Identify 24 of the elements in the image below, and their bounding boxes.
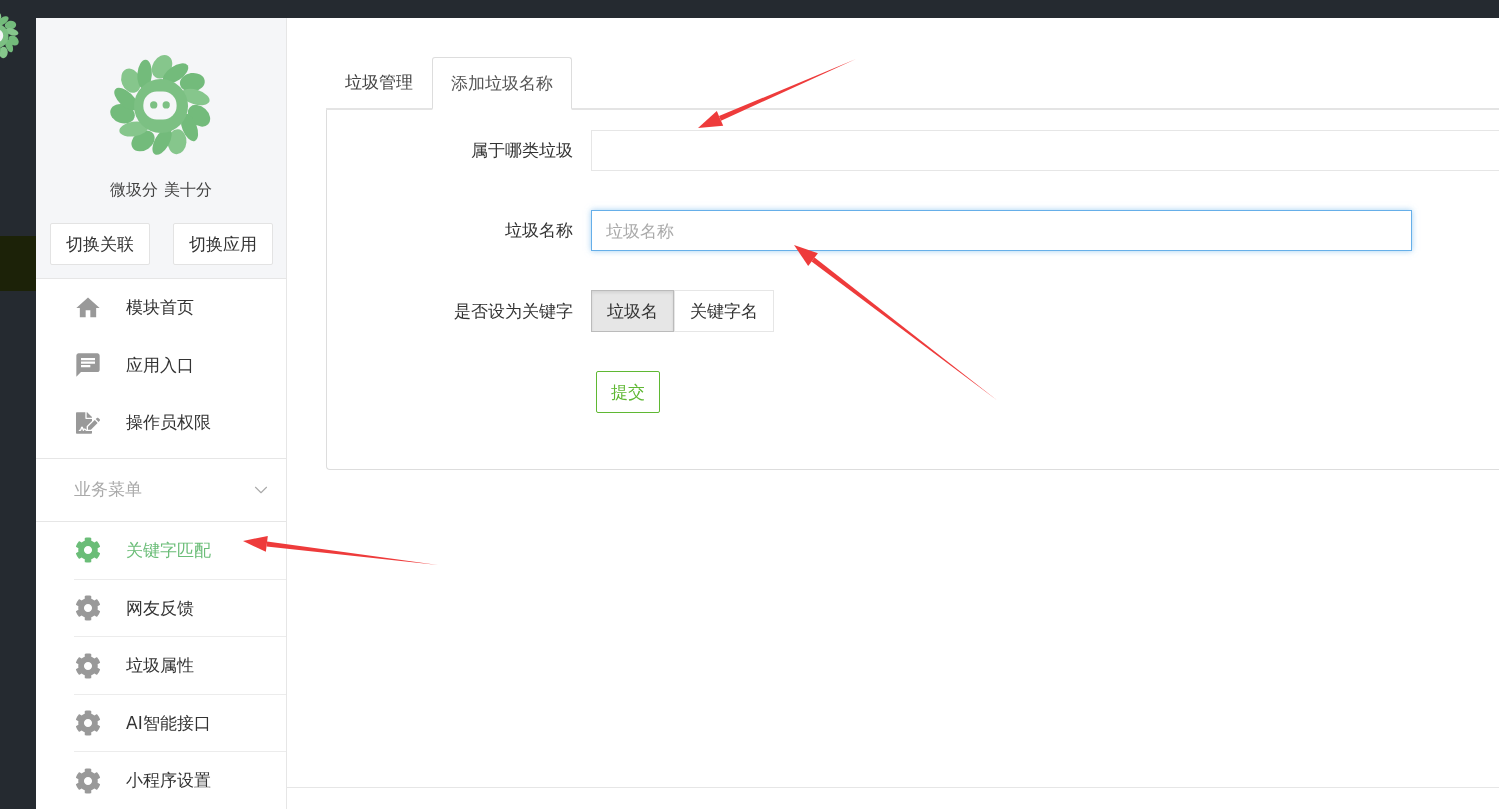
gear-icon	[75, 652, 101, 679]
menu-item[interactable]: 操作员权限	[126, 411, 211, 435]
menu-item[interactable]: 小程序设置	[126, 769, 211, 793]
gear-icon	[75, 537, 101, 564]
document-edit-icon	[76, 410, 100, 435]
field-label: 垃圾名称	[504, 219, 573, 242]
field-label: 属于哪类垃圾	[470, 139, 573, 162]
gear-icon	[75, 767, 101, 794]
switch-button[interactable]: 切换应用	[172, 223, 273, 265]
menu-item[interactable]: 垃圾属性	[126, 654, 194, 678]
tab[interactable]: 添加垃圾名称	[432, 57, 572, 110]
input-field[interactable]: 垃圾名称	[591, 210, 1412, 251]
gear-icon	[75, 595, 101, 622]
menu-item[interactable]: 应用入口	[126, 353, 194, 377]
menu-item[interactable]: 模块首页	[126, 296, 194, 320]
active-nav-highlight	[0, 236, 36, 291]
toggle-option[interactable]: 关键字名	[674, 290, 774, 332]
gear-icon	[75, 710, 101, 737]
menu-item[interactable]: AI智能接口	[126, 711, 211, 735]
brand-name: 微圾分 美十分	[110, 180, 212, 201]
field-label: 是否设为关键字	[453, 299, 573, 323]
switch-button[interactable]: 切换关联	[49, 223, 150, 265]
menu-item[interactable]: 网友反馈	[126, 596, 194, 620]
toggle-option[interactable]: 垃圾名	[591, 290, 674, 332]
